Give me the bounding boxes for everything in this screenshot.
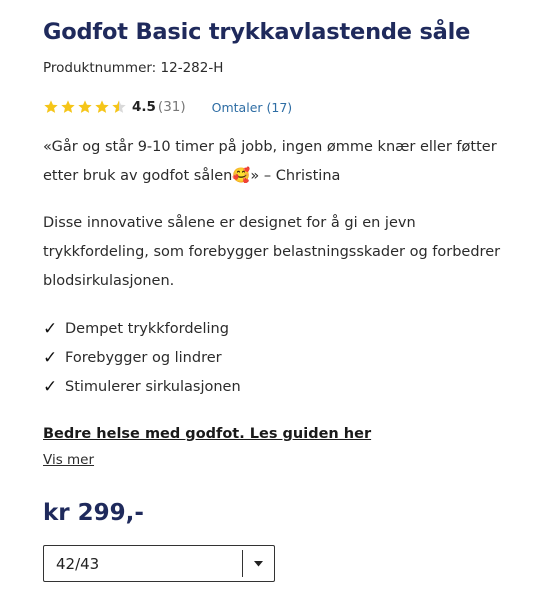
feature-item: ✓ Dempet trykkfordeling (43, 315, 241, 344)
star-full-icon (78, 100, 92, 113)
rating-summary: 4.5 (31) Omtaler (17) (43, 97, 292, 117)
size-select-value: 42/43 (56, 554, 100, 573)
product-title: Godfot Basic trykkavlastende såle (43, 19, 471, 45)
star-half-icon (112, 100, 126, 113)
customer-quote: «Går og står 9-10 timer på jobb, ingen ø… (43, 139, 497, 184)
reviews-link[interactable]: Omtaler (17) (212, 100, 293, 115)
star-full-icon (44, 100, 58, 113)
product-price: kr 299,- (43, 500, 144, 526)
checkmark-icon: ✓ (43, 377, 58, 397)
health-guide-link[interactable]: Bedre helse med godfot. Les guiden her (43, 426, 371, 442)
show-more-link[interactable]: Vis mer (43, 452, 94, 468)
feature-label: Forebygger og lindrer (65, 350, 222, 366)
feature-item: ✓ Stimulerer sirkulasjonen (43, 373, 241, 402)
feature-list: ✓ Dempet trykkfordeling ✓ Forebygger og … (43, 315, 241, 402)
rating-stars (43, 99, 128, 115)
rating-count: (31) (157, 99, 186, 115)
star-full-icon (61, 100, 75, 113)
size-select[interactable]: 42/43 (43, 545, 275, 582)
checkmark-icon: ✓ (43, 348, 58, 368)
feature-item: ✓ Forebygger og lindrer (43, 344, 241, 373)
product-description: Disse innovative sålene er designet for … (43, 215, 501, 289)
star-full-icon (95, 100, 109, 113)
product-number: Produktnummer: 12-282-H (43, 60, 224, 76)
feature-label: Stimulerer sirkulasjonen (65, 379, 241, 395)
feature-label: Dempet trykkfordeling (65, 321, 229, 337)
checkmark-icon: ✓ (43, 319, 58, 339)
rating-value: 4.5 (132, 99, 156, 115)
chevron-down-icon[interactable] (243, 560, 274, 567)
